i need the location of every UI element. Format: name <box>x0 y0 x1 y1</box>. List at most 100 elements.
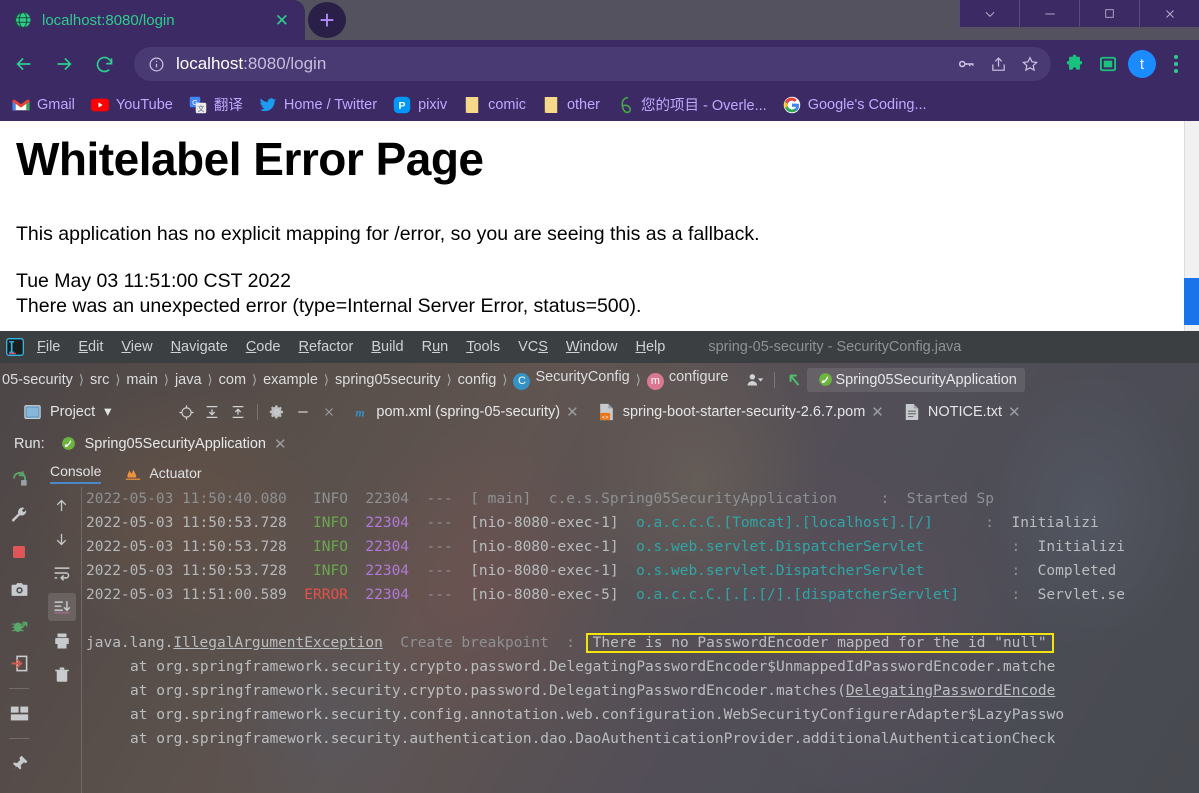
rerun-icon[interactable] <box>4 463 34 493</box>
breadcrumb-item-src[interactable]: src <box>90 372 109 388</box>
menu-window[interactable]: Window <box>557 339 627 355</box>
editor-tab-starter-pom[interactable]: <> spring-boot-starter-security-2.6.7.po… <box>589 396 894 428</box>
menu-refactor[interactable]: Refactor <box>290 339 363 355</box>
log-message: Initializi <box>1037 539 1125 555</box>
star-icon[interactable] <box>1015 49 1045 79</box>
share-icon[interactable] <box>983 49 1013 79</box>
bookmark-gmail[interactable]: Gmail <box>6 92 81 118</box>
bookmark-pixiv[interactable]: P pixiv <box>387 92 453 118</box>
console-output[interactable]: 2022-05-03 11:50:40.080 INFO 22304 --- [… <box>86 487 1199 793</box>
svg-text:m: m <box>356 406 365 420</box>
close-icon[interactable] <box>1139 0 1199 27</box>
menu-tools[interactable]: Tools <box>457 339 509 355</box>
stop-icon[interactable] <box>4 537 34 567</box>
breadcrumb-item-spring05security[interactable]: spring05security <box>335 372 441 388</box>
debug-attach-icon[interactable] <box>4 611 34 641</box>
new-tab-button[interactable]: + <box>308 2 346 38</box>
print-icon[interactable] <box>48 627 76 655</box>
tab-actuator[interactable]: Actuator <box>123 465 202 481</box>
export-icon[interactable] <box>4 648 34 678</box>
menu-view[interactable]: View <box>112 339 161 355</box>
browser-tab-active[interactable]: localhost:8080/login ✕ <box>0 0 305 40</box>
close-icon[interactable]: ✕ <box>1002 403 1027 421</box>
ide-menu-bar: File Edit View Navigate Code Refactor Bu… <box>0 331 1199 363</box>
stack-frame-link[interactable]: DelegatingPasswordEncode <box>846 683 1056 699</box>
run-configuration-selector[interactable]: Spring05SecurityApplication <box>807 367 1025 392</box>
tab-close-icon[interactable]: ✕ <box>269 12 295 29</box>
key-icon[interactable] <box>951 49 981 79</box>
close-icon[interactable]: ✕ <box>266 435 295 453</box>
breadcrumb-item-com[interactable]: com <box>219 372 246 388</box>
breadcrumb-item-java[interactable]: java <box>175 372 202 388</box>
maximize-icon[interactable] <box>1079 0 1139 27</box>
soft-wrap-icon[interactable] <box>48 559 76 587</box>
bookmark-twitter[interactable]: Home / Twitter <box>253 92 383 118</box>
breadcrumb-item-configure[interactable]: m configure <box>646 369 728 390</box>
breadcrumb-item-project[interactable]: 05-security <box>2 372 73 388</box>
avatar[interactable]: t <box>1127 49 1157 79</box>
clear-all-icon[interactable] <box>48 661 76 689</box>
collapse-all-icon[interactable] <box>225 399 251 425</box>
expand-all-icon[interactable] <box>199 399 225 425</box>
breadcrumb-item-main[interactable]: main <box>126 372 157 388</box>
sidepanel-icon[interactable] <box>1093 49 1123 79</box>
locate-icon[interactable] <box>173 399 199 425</box>
menu-build[interactable]: Build <box>362 339 412 355</box>
bookmark-google-coding[interactable]: Google's Coding... <box>777 92 933 118</box>
bookmark-overleaf[interactable]: 您的项目 - Overle... <box>610 92 773 118</box>
bookmark-youtube[interactable]: YouTube <box>85 92 179 118</box>
page-scrollbar-thumb[interactable] <box>1184 278 1199 325</box>
editor-tab-pom[interactable]: m pom.xml (spring-05-security) ✕ <box>342 396 588 428</box>
create-breakpoint-label[interactable]: Create breakpoint <box>400 635 548 651</box>
close-tool-window-icon[interactable] <box>316 399 342 425</box>
stack-frame-text: at org.springframework.security.crypto.p… <box>130 659 1056 675</box>
extensions-puzzle-icon[interactable] <box>1059 49 1089 79</box>
pin-icon[interactable] <box>4 748 34 778</box>
run-session-name[interactable]: Spring05SecurityApplication <box>85 436 266 452</box>
menu-run[interactable]: Run <box>413 339 458 355</box>
scroll-to-end-icon[interactable] <box>47 593 76 621</box>
bookmark-translate[interactable]: G文 翻译 <box>183 92 249 118</box>
bookmark-folder-comic[interactable]: comic <box>457 92 532 118</box>
menu-vcs[interactable]: VCS <box>509 339 557 355</box>
stack-frame-text: at org.springframework.security.authenti… <box>130 731 1056 747</box>
menu-edit[interactable]: Edit <box>69 339 112 355</box>
breadcrumb-item-example[interactable]: example <box>263 372 318 388</box>
tab-title: localhost:8080/login <box>42 11 175 29</box>
hide-tool-window-icon[interactable] <box>290 399 316 425</box>
menu-navigate[interactable]: Navigate <box>162 339 237 355</box>
log-level: INFO <box>313 563 348 579</box>
forward-button[interactable] <box>44 44 84 84</box>
menu-help[interactable]: Help <box>626 339 674 355</box>
menu-code[interactable]: Code <box>237 339 290 355</box>
settings-gear-icon[interactable] <box>264 399 290 425</box>
kebab-menu-icon[interactable] <box>1161 49 1191 79</box>
info-circle-icon[interactable] <box>146 54 166 74</box>
back-button[interactable] <box>4 44 44 84</box>
editor-tab-notice[interactable]: NOTICE.txt ✕ <box>894 396 1031 428</box>
address-bar[interactable]: localhost:8080/login <box>134 47 1051 81</box>
vcs-update-icon[interactable] <box>781 367 807 393</box>
layout-icon[interactable] <box>4 698 34 728</box>
chevron-down-icon[interactable] <box>959 0 1019 27</box>
menu-file[interactable]: File <box>28 339 69 355</box>
tab-console[interactable]: Console <box>50 463 102 484</box>
address-bar-text[interactable]: localhost:8080/login <box>176 54 951 74</box>
close-icon[interactable]: ✕ <box>865 403 890 421</box>
chevron-down-icon[interactable]: ▾ <box>104 404 111 420</box>
reload-button[interactable] <box>84 44 124 84</box>
user-dropdown-icon[interactable] <box>742 367 768 393</box>
bookmark-folder-other[interactable]: other <box>536 92 606 118</box>
breadcrumb-item-config[interactable]: config <box>458 372 497 388</box>
breadcrumb-item-securityconfig[interactable]: C SecurityConfig <box>513 369 630 390</box>
wrench-icon[interactable] <box>4 500 34 530</box>
minimize-icon[interactable] <box>1019 0 1079 27</box>
close-icon[interactable]: ✕ <box>560 403 585 421</box>
run-actions-rail <box>0 459 38 793</box>
camera-icon[interactable] <box>4 574 34 604</box>
scroll-up-icon[interactable] <box>48 491 76 519</box>
overleaf-icon <box>616 96 634 114</box>
exception-class-link[interactable]: IllegalArgumentException <box>173 635 383 651</box>
scroll-down-icon[interactable] <box>48 525 76 553</box>
project-tool-window-tab[interactable]: Project ▾ <box>0 399 111 425</box>
